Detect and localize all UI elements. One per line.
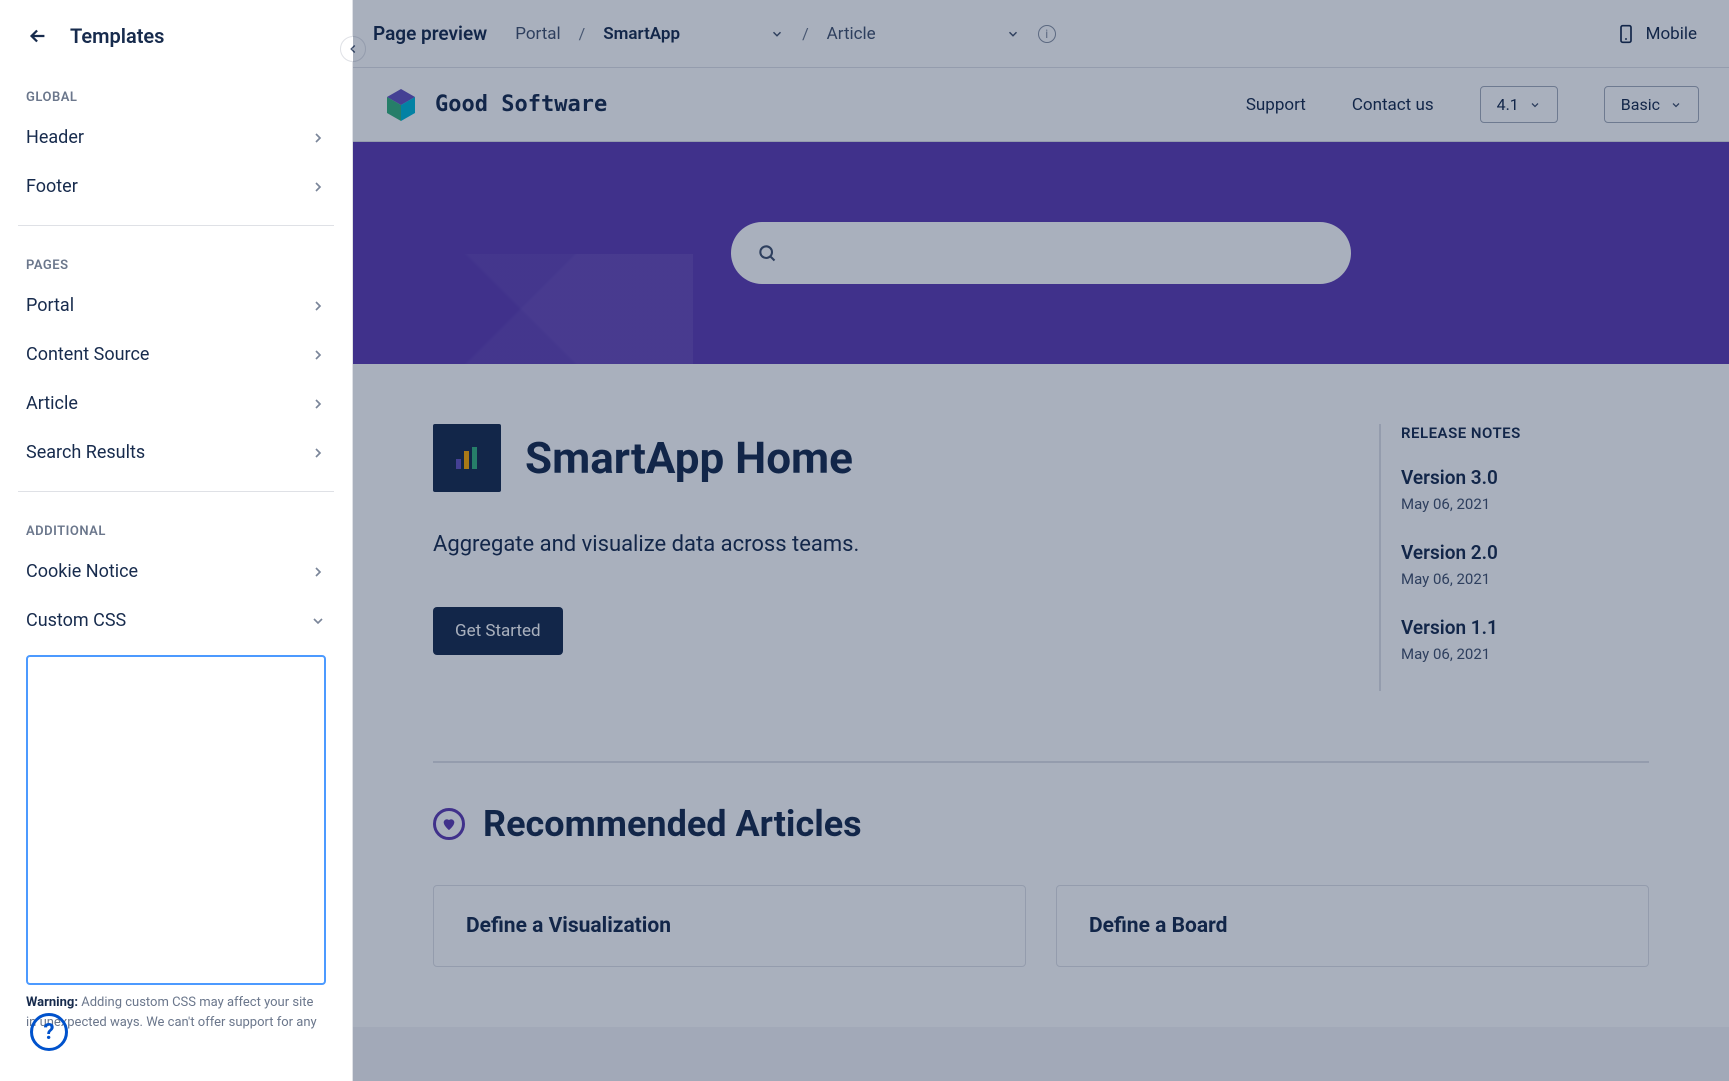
nav-item-label: Cookie Notice <box>26 561 138 582</box>
release-version: Version 3.0 <box>1401 466 1649 489</box>
preview-pane: Page preview Portal / SmartApp / Article… <box>353 0 1729 1081</box>
chevron-down-icon <box>1529 99 1541 111</box>
nav-item-article[interactable]: Article <box>0 379 352 428</box>
mobile-preview-button[interactable]: Mobile <box>1604 18 1709 50</box>
chevron-down-icon <box>310 613 326 629</box>
article-card[interactable]: Define a Visualization <box>433 885 1026 967</box>
nav-item-label: Search Results <box>26 442 145 463</box>
release-item[interactable]: Version 1.1 May 06, 2021 <box>1401 616 1649 663</box>
heart-icon <box>433 808 465 840</box>
page-subtitle: Aggregate and visualize data across team… <box>433 532 1339 557</box>
recommended-cards: Define a Visualization Define a Board <box>433 885 1649 967</box>
page-title: SmartApp Home <box>525 432 853 484</box>
release-date: May 06, 2021 <box>1401 570 1649 588</box>
nav-item-label: Portal <box>26 295 74 316</box>
section-label-additional: ADDITIONAL <box>0 506 352 547</box>
sidebar-title: Templates <box>70 24 164 48</box>
site-header: Good Software Support Contact us 4.1 Bas… <box>353 68 1729 142</box>
hero-banner <box>353 142 1729 364</box>
templates-sidebar: Templates GLOBAL Header Footer PAGES Por… <box>0 0 353 1081</box>
chevron-right-icon <box>310 179 326 195</box>
chevron-right-icon <box>310 445 326 461</box>
tier-selector[interactable]: Basic <box>1604 86 1699 123</box>
section-label-global: GLOBAL <box>0 72 352 113</box>
custom-css-textarea[interactable] <box>26 655 326 985</box>
release-notes-heading: RELEASE NOTES <box>1401 424 1649 442</box>
chevron-right-icon <box>310 298 326 314</box>
release-version: Version 2.0 <box>1401 541 1649 564</box>
nav-item-portal[interactable]: Portal <box>0 281 352 330</box>
brand-name: Good Software <box>435 92 607 117</box>
version-selector[interactable]: 4.1 <box>1480 86 1558 123</box>
mobile-icon <box>1616 24 1636 44</box>
breadcrumb-article-dropdown[interactable]: Article <box>827 24 1020 44</box>
chevron-right-icon <box>310 130 326 146</box>
get-started-button[interactable]: Get Started <box>433 607 563 655</box>
version-label: 4.1 <box>1497 95 1519 114</box>
nav-item-custom-css[interactable]: Custom CSS <box>0 596 352 645</box>
tier-label: Basic <box>1621 95 1660 114</box>
search-icon <box>757 243 777 263</box>
warning-label: Warning: <box>26 995 78 1010</box>
nav-item-cookie-notice[interactable]: Cookie Notice <box>0 547 352 596</box>
brand-logo-icon <box>383 87 419 123</box>
nav-item-label: Article <box>26 393 78 414</box>
preview-topbar: Page preview Portal / SmartApp / Article… <box>353 0 1729 68</box>
chevron-right-icon <box>310 347 326 363</box>
breadcrumb-portal[interactable]: Portal <box>515 24 560 44</box>
divider <box>433 761 1649 763</box>
breadcrumb-separator: / <box>802 24 809 43</box>
breadcrumb-label: Article <box>827 24 876 44</box>
release-date: May 06, 2021 <box>1401 495 1649 513</box>
back-arrow-icon[interactable] <box>26 24 50 48</box>
card-title: Define a Visualization <box>466 914 993 938</box>
recommended-heading: Recommended Articles <box>483 803 862 845</box>
app-icon <box>433 424 501 492</box>
article-card[interactable]: Define a Board <box>1056 885 1649 967</box>
release-date: May 06, 2021 <box>1401 645 1649 663</box>
chevron-down-icon <box>1006 27 1020 41</box>
help-icon[interactable]: ? <box>30 1013 68 1051</box>
chevron-down-icon <box>1670 99 1682 111</box>
release-item[interactable]: Version 3.0 May 06, 2021 <box>1401 466 1649 513</box>
divider <box>18 225 334 226</box>
breadcrumb-label: SmartApp <box>603 24 680 44</box>
breadcrumb-smartapp-dropdown[interactable]: SmartApp <box>603 24 784 44</box>
sidebar-header: Templates <box>0 0 352 72</box>
mobile-label: Mobile <box>1646 24 1697 44</box>
search-input[interactable] <box>731 222 1351 284</box>
breadcrumb-separator: / <box>579 24 586 43</box>
site-link-support[interactable]: Support <box>1246 95 1306 115</box>
chevron-right-icon <box>310 396 326 412</box>
release-item[interactable]: Version 2.0 May 06, 2021 <box>1401 541 1649 588</box>
section-label-pages: PAGES <box>0 240 352 281</box>
page-title-row: SmartApp Home <box>433 424 1339 492</box>
chevron-down-icon <box>770 27 784 41</box>
nav-item-footer[interactable]: Footer <box>0 162 352 211</box>
nav-item-header[interactable]: Header <box>0 113 352 162</box>
nav-item-search-results[interactable]: Search Results <box>0 428 352 477</box>
preview-title: Page preview <box>373 22 487 45</box>
page-content: SmartApp Home Aggregate and visualize da… <box>353 364 1729 1027</box>
chevron-right-icon <box>310 564 326 580</box>
site-link-contact[interactable]: Contact us <box>1352 95 1434 115</box>
divider <box>18 491 334 492</box>
info-icon[interactable]: i <box>1038 25 1056 43</box>
release-notes-column: RELEASE NOTES Version 3.0 May 06, 2021 V… <box>1379 424 1649 691</box>
card-title: Define a Board <box>1089 914 1616 938</box>
nav-item-label: Footer <box>26 176 78 197</box>
nav-item-content-source[interactable]: Content Source <box>0 330 352 379</box>
release-version: Version 1.1 <box>1401 616 1649 639</box>
nav-item-label: Header <box>26 127 84 148</box>
nav-item-label: Custom CSS <box>26 610 126 631</box>
recommended-heading-row: Recommended Articles <box>433 803 1649 845</box>
nav-item-label: Content Source <box>26 344 149 365</box>
collapse-sidebar-button[interactable] <box>340 36 366 62</box>
